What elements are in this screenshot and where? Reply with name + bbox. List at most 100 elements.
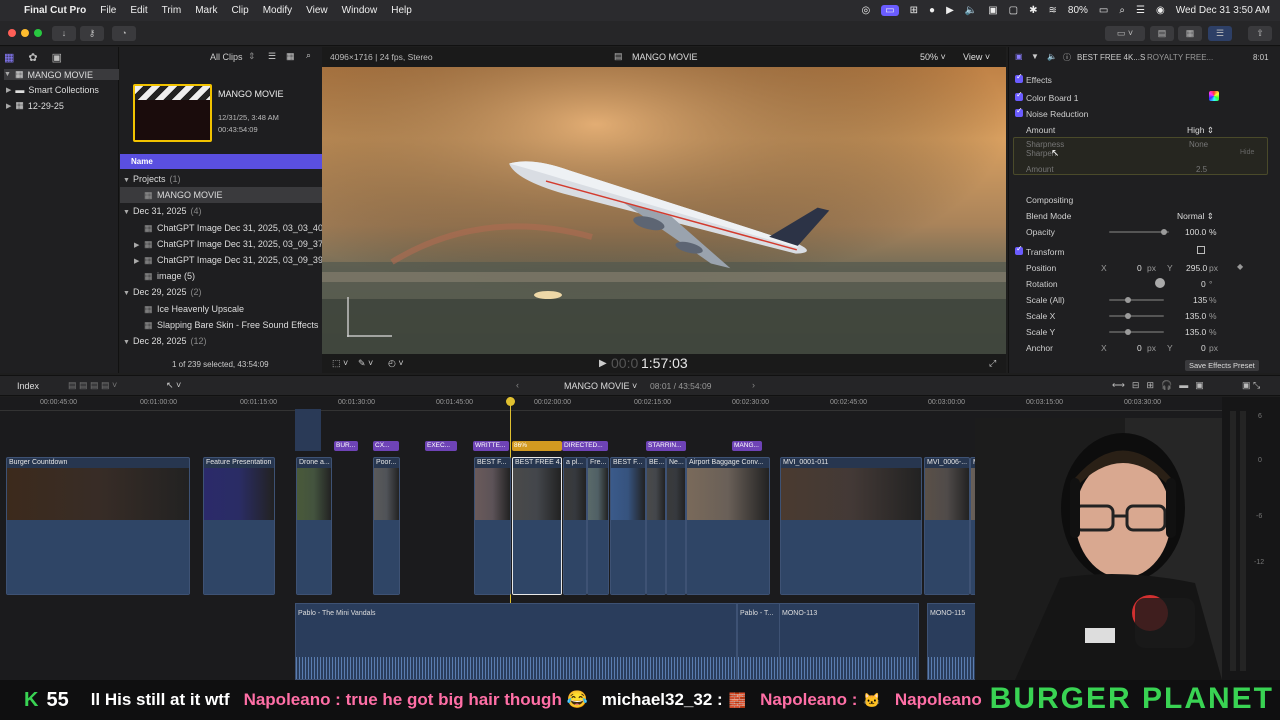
menu-modify[interactable]: Modify: [263, 5, 292, 16]
transform-checkbox[interactable]: [1015, 244, 1023, 255]
record-icon[interactable]: ●: [929, 5, 935, 16]
minimize-window-button[interactable]: [21, 29, 29, 37]
browser-group-row[interactable]: ▼ Dec 29, 2025 (2): [120, 284, 322, 300]
close-window-button[interactable]: [8, 29, 16, 37]
timeline-right-icons[interactable]: ⟷⊟⊞🎧▬▣: [1112, 380, 1211, 391]
disclosure-icon[interactable]: ▼: [123, 335, 133, 349]
creative-cloud-icon[interactable]: ◎: [861, 5, 870, 16]
sharpen-amount-value[interactable]: 2.5: [1196, 165, 1207, 174]
browser-item-row[interactable]: ▦ ChatGPT Image Dec 31, 2025, 03_03_40: [120, 220, 322, 236]
browser-item-row[interactable]: ▦ MANGO MOVIE: [120, 187, 322, 204]
connected-clip[interactable]: [295, 409, 321, 451]
menu-view[interactable]: View: [306, 5, 328, 16]
menu-help[interactable]: Help: [391, 5, 412, 16]
keywords-button[interactable]: ⚷: [80, 26, 104, 41]
layout-button-1[interactable]: ▭ ˅: [1105, 26, 1145, 41]
clock[interactable]: Wed Dec 31 3:50 AM: [1176, 5, 1270, 16]
timeline-clip[interactable]: Poor...: [373, 457, 400, 595]
disclosure-icon[interactable]: ▶: [6, 86, 11, 94]
title-clip[interactable]: STARRIN...: [646, 441, 686, 451]
opacity-slider-knob[interactable]: [1161, 229, 1167, 235]
view-dropdown[interactable]: View ˅: [963, 52, 990, 62]
disclosure-icon[interactable]: ▼: [123, 173, 133, 187]
message-icon[interactable]: ▢: [1009, 5, 1018, 16]
menu-trim[interactable]: Trim: [162, 5, 182, 16]
zoom-dropdown[interactable]: 50% ˅: [920, 52, 946, 62]
disclosure-icon[interactable]: ▼: [123, 286, 133, 300]
anchor-x-value[interactable]: 0: [1137, 343, 1142, 353]
siri-icon[interactable]: ◉: [1156, 5, 1165, 16]
layout-button-3[interactable]: ▦: [1178, 26, 1202, 41]
color-board-checkbox[interactable]: [1015, 90, 1023, 101]
event-item[interactable]: ▶ ▦ 12-29-25: [6, 100, 64, 111]
browser-item-row[interactable]: ▶ ▦ ChatGPT Image Dec 31, 2025, 03_09_39: [120, 252, 322, 268]
layout-button-4[interactable]: ☰: [1208, 26, 1232, 41]
scale-y-slider[interactable]: [1109, 329, 1164, 335]
browser-group-row[interactable]: ▼ Dec 28, 2025 (12): [120, 333, 322, 349]
wifi-icon[interactable]: ≋: [1049, 5, 1057, 16]
transform-onscreen-icon[interactable]: [1197, 246, 1205, 254]
title-clip[interactable]: BUR...: [334, 441, 358, 451]
scale-all-slider[interactable]: [1109, 297, 1164, 303]
display-icon[interactable]: ▣: [988, 5, 997, 16]
browser-item-row[interactable]: ▶ ▦ ChatGPT Image Dec 31, 2025, 03_09_37: [120, 236, 322, 252]
timeline-clip[interactable]: BEST F...: [610, 457, 646, 595]
scale-all-value[interactable]: 135: [1193, 295, 1207, 305]
scale-all-knob[interactable]: [1125, 297, 1131, 303]
audio-clip[interactable]: Pablo - The Mini Vandals: [295, 603, 737, 680]
scale-x-value[interactable]: 135.0: [1185, 311, 1206, 321]
scale-x-slider[interactable]: [1109, 313, 1164, 319]
position-y-value[interactable]: 295.0: [1186, 263, 1207, 273]
timeline-clip[interactable]: a pl...: [563, 457, 587, 595]
menu-mark[interactable]: Mark: [195, 5, 217, 16]
effects-checkbox[interactable]: [1015, 72, 1023, 83]
audio-clip[interactable]: MONO-115: [927, 603, 977, 680]
layout-button-2[interactable]: ▤: [1150, 26, 1174, 41]
timeline-clip[interactable]: MVI_0006-...: [924, 457, 970, 595]
video-frame[interactable]: [322, 67, 1006, 354]
back-arrow-icon[interactable]: ‹: [516, 380, 519, 390]
anchor-y-value[interactable]: 0: [1201, 343, 1206, 353]
share-button[interactable]: ⇧: [1248, 26, 1272, 41]
browser-group-row[interactable]: ▼ Dec 31, 2025 (4): [120, 203, 322, 219]
title-clip[interactable]: CX...: [373, 441, 399, 451]
amount-popup[interactable]: High ⇕: [1187, 125, 1214, 136]
noise-reduction-checkbox[interactable]: [1015, 106, 1023, 117]
edit-tools-icons[interactable]: ▤ ▤ ▤ ▤ ˅: [68, 380, 117, 391]
info-inspector-icon[interactable]: ⓘ: [1063, 52, 1071, 63]
audio-inspector-icon[interactable]: 🔈: [1047, 52, 1057, 61]
timeline-ruler[interactable]: 00:00:45:00 00:01:00:00 00:01:15:00 00:01:3…: [0, 397, 1222, 411]
disclosure-icon[interactable]: ▶: [6, 102, 11, 110]
enhance-icon[interactable]: ✎ ˅: [358, 358, 373, 369]
menu-edit[interactable]: Edit: [130, 5, 147, 16]
forward-arrow-icon[interactable]: ›: [752, 380, 755, 390]
play-icon[interactable]: ▶: [946, 5, 954, 16]
timeline-clip[interactable]: Fre...: [587, 457, 609, 595]
timeline-clip[interactable]: Burger Countdown: [6, 457, 190, 595]
sharpen-hide-button[interactable]: Hide: [1240, 149, 1254, 156]
background-tasks-button[interactable]: ◔: [112, 26, 136, 41]
project-thumbnail[interactable]: [133, 84, 212, 142]
search-icon[interactable]: ⌕: [306, 50, 311, 61]
menu-app-name[interactable]: Final Cut Pro: [24, 5, 86, 16]
smart-collections-item[interactable]: ▶ ▬ Smart Collections: [6, 85, 99, 95]
zoom-window-button[interactable]: [34, 29, 42, 37]
blend-mode-popup[interactable]: Normal ⇕: [1177, 211, 1214, 222]
transform-icon[interactable]: ⬚ ˅: [332, 358, 348, 369]
fullscreen-icon[interactable]: ⤢: [989, 358, 996, 369]
rotation-value[interactable]: 0: [1201, 279, 1206, 289]
expand-icon[interactable]: ▣ ⤡: [1242, 380, 1260, 391]
color-inspector-icon[interactable]: ▼: [1031, 52, 1039, 61]
select-tool-icon[interactable]: ↖ ˅: [166, 380, 181, 391]
timeline-clip[interactable]: BEST FREE 4...: [512, 457, 562, 595]
battery-label[interactable]: 80%: [1068, 5, 1088, 16]
scale-y-value[interactable]: 135.0: [1185, 327, 1206, 337]
playhead-head[interactable]: [506, 397, 515, 406]
chevron-updown-icon[interactable]: ⇕: [248, 51, 256, 62]
rotation-dial[interactable]: [1155, 278, 1165, 288]
bluetooth-icon[interactable]: ✱: [1029, 5, 1037, 16]
grid-icon[interactable]: ⊞: [910, 5, 918, 16]
browser-group-row[interactable]: ▼ Projects (1): [120, 171, 322, 187]
opacity-value[interactable]: 100.0: [1185, 227, 1206, 237]
list-view-icon[interactable]: ☰: [268, 51, 276, 62]
